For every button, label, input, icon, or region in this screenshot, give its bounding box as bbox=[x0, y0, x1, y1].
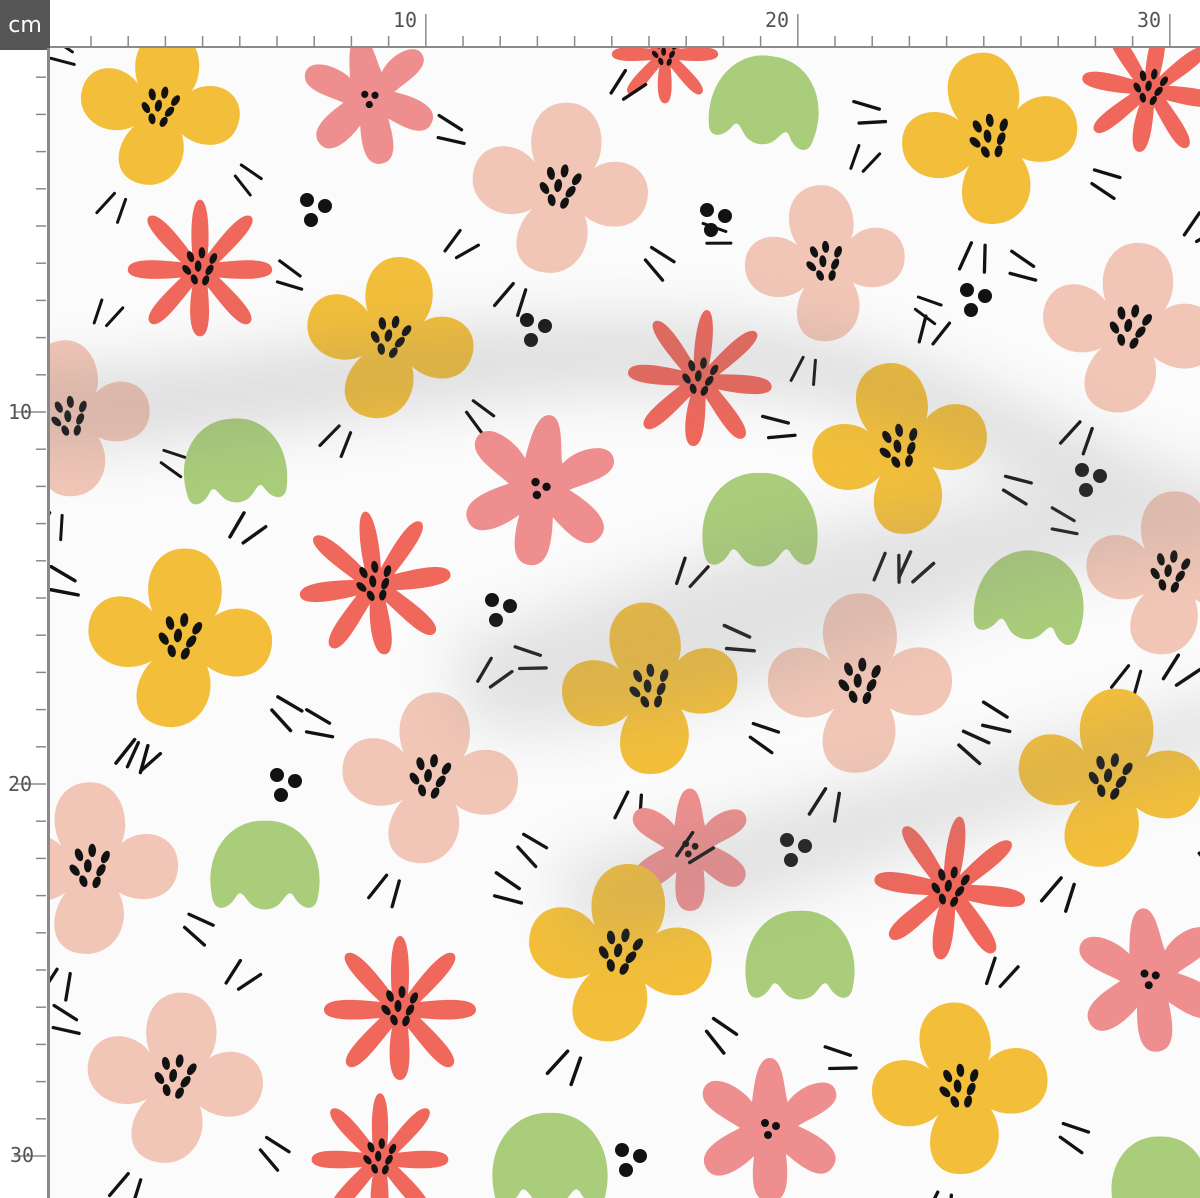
top-ruler-label-10: 10 bbox=[393, 8, 417, 32]
coral-flower bbox=[324, 936, 476, 1080]
unit-label: cm bbox=[0, 0, 50, 50]
left-ruler-label-30: 30 bbox=[10, 1143, 34, 1167]
left-ruler-label-10: 10 bbox=[8, 400, 32, 424]
floral-fabric-swatch bbox=[50, 48, 1200, 1198]
top-ruler: 10 20 30 bbox=[50, 0, 1200, 48]
top-ruler-label-20: 20 bbox=[765, 8, 789, 32]
coral-flower bbox=[127, 199, 273, 337]
left-ruler-label-20: 20 bbox=[8, 772, 32, 796]
left-ruler: 10 20 30 bbox=[0, 50, 48, 1198]
top-ruler-label-30: 30 bbox=[1137, 8, 1161, 32]
